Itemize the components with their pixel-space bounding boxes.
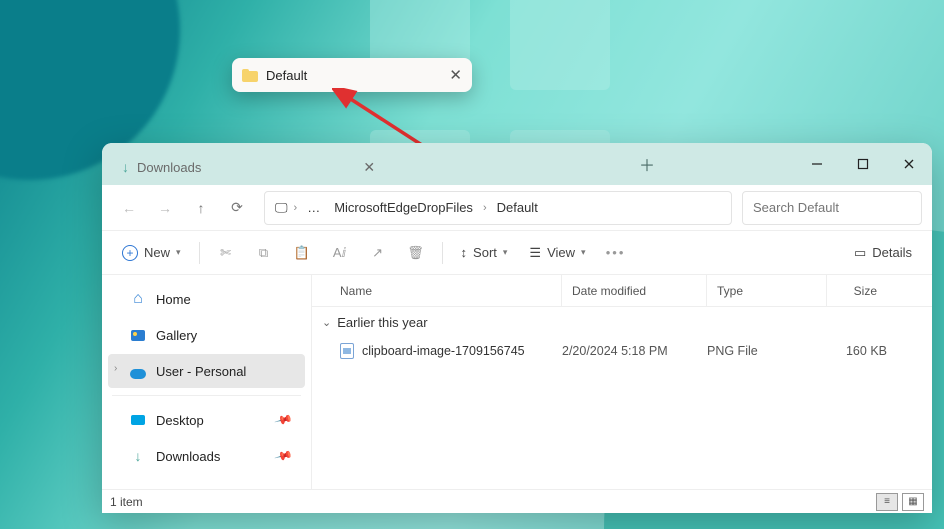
pin-icon: 📌 (274, 410, 294, 430)
column-date[interactable]: Date modified (562, 275, 707, 306)
rename-button[interactable]: Aⅈ (322, 237, 358, 269)
forward-button[interactable]: → (148, 191, 182, 225)
thumbnails-view-button[interactable]: ▦ (902, 493, 924, 511)
share-button[interactable]: ↗ (360, 237, 396, 269)
file-explorer-window: ↓ Downloads ✕ ＋ ← → ↑ ⟳ 🖵 › … MicrosoftE… (102, 143, 932, 513)
detached-tab-label: Default (266, 68, 441, 83)
sidebar-item-label: Home (156, 292, 191, 307)
tab-downloads[interactable]: ↓ Downloads ✕ (108, 149, 397, 185)
minimize-button[interactable] (794, 143, 840, 185)
new-tab-button[interactable]: ＋ (627, 143, 667, 185)
sidebar-item-label: Gallery (156, 328, 197, 343)
sidebar: Home Gallery › User - Personal Desktop 📌 (102, 275, 312, 489)
new-label: New (144, 245, 170, 260)
breadcrumb-item[interactable]: MicrosoftEdgeDropFiles (330, 197, 477, 218)
chevron-down-icon: ▾ (581, 247, 586, 258)
back-button[interactable]: ← (112, 191, 146, 225)
sidebar-item-label: User - Personal (156, 364, 246, 379)
item-count: 1 item (110, 495, 143, 509)
status-bar: 1 item ≡ ▦ (102, 489, 932, 513)
toolbar: + New ▾ ✄ ⧉ 📋 Aⅈ ↗ 🗑 ↕ Sort ▾ ☰ View ▾ •… (102, 231, 932, 275)
column-type[interactable]: Type (707, 275, 827, 306)
view-button[interactable]: ☰ View ▾ (519, 237, 595, 269)
maximize-button[interactable] (840, 143, 886, 185)
chevron-down-icon: ▾ (503, 247, 508, 258)
file-row[interactable]: clipboard-image-1709156745 2/20/2024 5:1… (312, 336, 932, 366)
column-headers: Name Date modified Type Size (312, 275, 932, 307)
sidebar-item-gallery[interactable]: Gallery (108, 318, 305, 352)
chevron-down-icon: ⌄ (322, 316, 331, 329)
sidebar-item-label: Downloads (156, 449, 220, 464)
cut-button[interactable]: ✄ (208, 237, 244, 269)
close-icon[interactable]: ✕ (449, 66, 462, 84)
file-date: 2/20/2024 5:18 PM (562, 344, 707, 358)
column-size[interactable]: Size (827, 284, 887, 298)
pin-icon: 📌 (274, 446, 294, 466)
paste-button[interactable]: 📋 (284, 237, 320, 269)
chevron-right-icon: › (483, 202, 487, 214)
column-name[interactable]: Name (312, 275, 562, 306)
chevron-right-icon[interactable]: › (114, 363, 117, 374)
new-button[interactable]: + New ▾ (112, 237, 191, 269)
group-label: Earlier this year (337, 315, 427, 330)
download-icon: ↓ (130, 448, 146, 464)
plus-circle-icon: + (122, 245, 138, 261)
copy-button[interactable]: ⧉ (246, 237, 282, 269)
sidebar-item-desktop[interactable]: Desktop 📌 (108, 403, 305, 437)
file-type: PNG File (707, 344, 827, 358)
sidebar-item-label: Desktop (156, 413, 204, 428)
details-view-button[interactable]: ≡ (876, 493, 898, 511)
details-icon: ▭ (854, 245, 866, 261)
view-label: View (547, 245, 575, 260)
onedrive-icon (130, 366, 146, 376)
sidebar-item-home[interactable]: Home (108, 282, 305, 316)
chevron-right-icon: › (294, 202, 298, 214)
sort-button[interactable]: ↕ Sort ▾ (451, 237, 518, 269)
folder-icon (242, 69, 258, 82)
group-header[interactable]: ⌄ Earlier this year (312, 307, 932, 336)
file-name: clipboard-image-1709156745 (362, 344, 525, 358)
breadcrumb-item[interactable]: Default (493, 197, 542, 218)
detached-tab[interactable]: Default ✕ (232, 58, 472, 92)
titlebar: ↓ Downloads ✕ ＋ (102, 143, 932, 185)
sort-icon: ↕ (461, 245, 468, 260)
delete-button[interactable]: 🗑 (398, 237, 434, 269)
search-input[interactable] (742, 191, 922, 225)
desktop-icon (131, 415, 145, 425)
content-area: Name Date modified Type Size ⌄ Earlier t… (312, 275, 932, 489)
gallery-icon (131, 330, 145, 341)
tab-label: Downloads (137, 160, 201, 175)
more-button[interactable]: ••• (598, 237, 634, 269)
refresh-button[interactable]: ⟳ (220, 191, 254, 225)
breadcrumb[interactable]: 🖵 › … MicrosoftEdgeDropFiles › Default (264, 191, 732, 225)
search-field[interactable] (753, 200, 911, 215)
sort-label: Sort (473, 245, 497, 260)
home-icon (130, 291, 146, 307)
file-size: 160 KB (827, 344, 887, 358)
sidebar-item-downloads[interactable]: ↓ Downloads 📌 (108, 439, 305, 473)
pc-icon: 🖵 (275, 200, 288, 216)
breadcrumb-overflow[interactable]: … (303, 197, 324, 218)
details-pane-button[interactable]: ▭ Details (844, 237, 922, 269)
details-label: Details (872, 245, 912, 260)
file-icon (340, 343, 354, 359)
sidebar-item-user[interactable]: User - Personal (108, 354, 305, 388)
download-icon: ↓ (122, 159, 129, 175)
tab-close-icon[interactable]: ✕ (357, 159, 381, 176)
chevron-down-icon: ▾ (176, 247, 181, 258)
up-button[interactable]: ↑ (184, 191, 218, 225)
navbar: ← → ↑ ⟳ 🖵 › … MicrosoftEdgeDropFiles › D… (102, 185, 932, 231)
close-button[interactable] (886, 143, 932, 185)
view-icon: ☰ (529, 245, 541, 261)
